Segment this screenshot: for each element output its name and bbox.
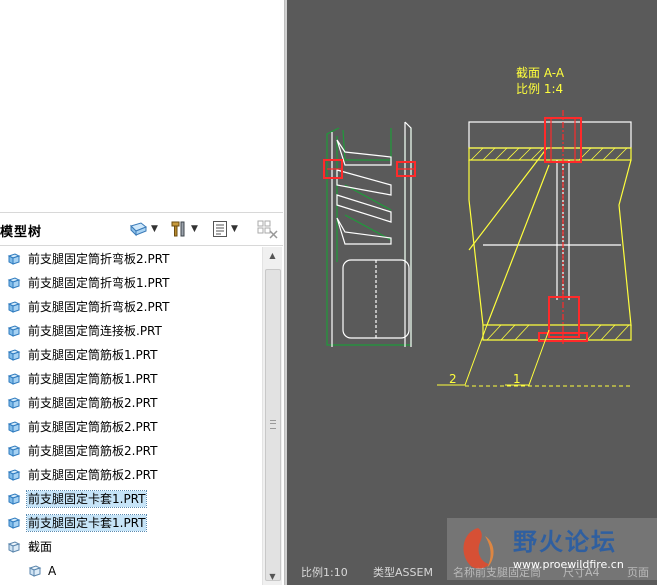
graphics-window[interactable]: 截面 A-A 比例 1:4 2 1 比例1:10 类型ASSEM 名称前支腿固定…	[287, 0, 657, 585]
tree-item-label: 前支腿固定筒折弯板1.PRT	[28, 276, 170, 290]
part-icon	[7, 373, 21, 385]
tree-item-section-folder[interactable]: 截面	[0, 535, 262, 559]
tree-item[interactable]: 前支腿固定筒筋板1.PRT	[0, 367, 262, 391]
display-icon	[130, 222, 147, 237]
scroll-up-arrow-icon[interactable]: ▲	[263, 247, 282, 264]
tree-item-section-a[interactable]: A	[0, 559, 262, 583]
part-icon	[7, 253, 21, 265]
tree-item-label: 前支腿固定筒筋板2.PRT	[28, 396, 158, 410]
part-icon	[7, 421, 21, 433]
tree-item-label: 前支腿固定筒筋板2.PRT	[28, 468, 158, 482]
tree-filter-button[interactable]: ▼	[212, 219, 238, 239]
tree-item-label: A	[48, 564, 57, 578]
part-icon	[7, 469, 21, 481]
model-tree-title: 模型树	[0, 225, 43, 240]
part-icon	[7, 517, 21, 529]
part-icon	[7, 301, 21, 313]
section-scale-text: 比例 1:4	[516, 82, 563, 96]
settings-dropdown-chevron-icon: ▼	[191, 224, 198, 234]
tree-item[interactable]: 前支腿固定筒折弯板1.PRT	[0, 271, 262, 295]
scrollbar-grip-icon	[270, 420, 276, 429]
callout-2-label: 2	[449, 372, 457, 386]
columns-icon	[257, 220, 278, 239]
tree-item-label: 前支腿固定卡套1.PRT	[25, 514, 148, 532]
tree-item-label: 前支腿固定筒连接板.PRT	[28, 324, 162, 338]
watermark-logo-icon	[463, 528, 494, 569]
tree-item-label: 前支腿固定筒筋板2.PRT	[28, 444, 158, 458]
tree-item[interactable]: 前支腿固定卡套1.PRT	[0, 487, 262, 511]
part-icon	[7, 349, 21, 361]
status-type: 类型ASSEM	[373, 566, 433, 579]
part-icon	[7, 493, 21, 505]
callout-1-label: 1	[513, 372, 521, 386]
tree-item-label: 前支腿固定筒筋板1.PRT	[28, 372, 158, 386]
section-folder-icon	[7, 541, 21, 553]
tree-item[interactable]: 前支腿固定筒折弯板2.PRT	[0, 295, 262, 319]
left-panel: 模型树 ▼ ▼ ▼ 前支腿固定筒折弯板2.PRT 前支腿固定筒折弯板1.PRT …	[0, 0, 285, 585]
tree-item-label: 前支腿固定筒折弯板2.PRT	[28, 252, 170, 266]
status-scale: 比例1:10	[301, 566, 348, 579]
tree-item[interactable]: 前支腿固定筒筋板2.PRT	[0, 415, 262, 439]
scroll-down-arrow-icon[interactable]: ▼	[263, 568, 282, 585]
tree-filter-dropdown-chevron-icon: ▼	[231, 224, 238, 234]
tree-item-label: 前支腿固定筒筋板1.PRT	[28, 348, 158, 362]
scrollbar-thumb[interactable]	[265, 269, 281, 581]
callouts	[437, 324, 633, 387]
display-dropdown-chevron-icon: ▼	[151, 224, 158, 234]
section-view	[468, 110, 632, 345]
part-icon	[7, 325, 21, 337]
forum-watermark: 野火论坛 www.proewildfire.cn	[447, 518, 657, 580]
drawing-sheet: 截面 A-A 比例 1:4 2 1	[323, 66, 633, 387]
settings-hammer-icon	[171, 221, 185, 237]
tree-item[interactable]: 前支腿固定卡套1.PRT	[0, 511, 262, 535]
tree-item-label: 前支腿固定筒筋板2.PRT	[28, 420, 158, 434]
columns-button[interactable]	[257, 219, 279, 239]
part-icon	[7, 445, 21, 457]
tree-item[interactable]: 前支腿固定筒筋板1.PRT	[0, 343, 262, 367]
tree-item-label: 截面	[28, 540, 53, 554]
model-tree-scrollbar[interactable]: ▲ ▼	[262, 247, 282, 585]
side-view	[323, 121, 416, 347]
tree-item[interactable]: 前支腿固定筒连接板.PRT	[0, 319, 262, 343]
tree-item-label: 前支腿固定卡套1.PRT	[25, 490, 148, 508]
tree-item-label: 前支腿固定筒折弯板2.PRT	[28, 300, 170, 314]
display-button[interactable]: ▼	[128, 219, 158, 239]
tree-item[interactable]: 前支腿固定筒折弯板2.PRT	[0, 247, 262, 271]
section-title-text: 截面 A-A	[516, 66, 565, 80]
navigator-blank-area	[0, 0, 285, 210]
tree-filter-icon	[213, 221, 227, 237]
watermark-title: 野火论坛	[513, 528, 617, 556]
tree-item[interactable]: 前支腿固定筒筋板2.PRT	[0, 439, 262, 463]
tree-item[interactable]: 前支腿固定筒筋板2.PRT	[0, 463, 262, 487]
model-tree-list: 前支腿固定筒折弯板2.PRT 前支腿固定筒折弯板1.PRT 前支腿固定筒折弯板2.P…	[0, 247, 262, 585]
tree-item[interactable]: 前支腿固定筒筋板2.PRT	[0, 391, 262, 415]
settings-button[interactable]: ▼	[170, 219, 198, 239]
watermark-url: www.proewildfire.cn	[513, 558, 624, 571]
model-tree-header: 模型树 ▼ ▼ ▼	[0, 212, 283, 246]
section-icon	[28, 565, 42, 577]
part-icon	[7, 397, 21, 409]
part-icon	[7, 277, 21, 289]
